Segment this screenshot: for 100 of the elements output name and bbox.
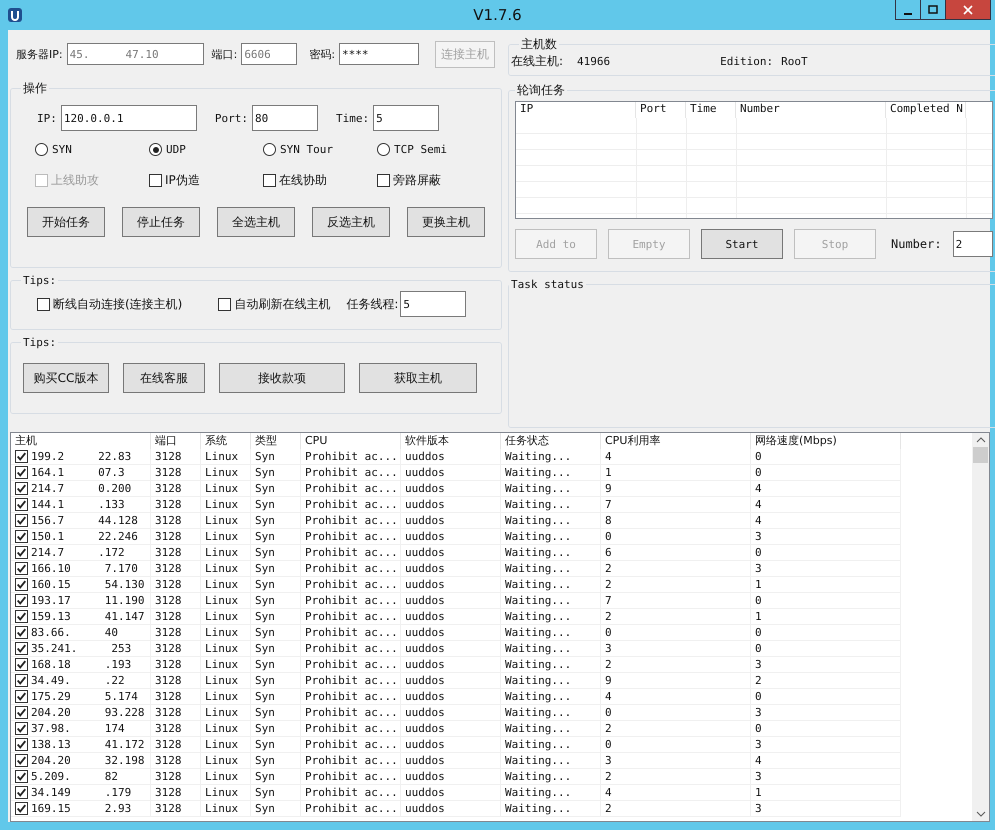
checkbox[interactable]	[15, 754, 28, 767]
checkbox[interactable]	[15, 658, 28, 671]
column-header[interactable]: IP	[516, 102, 636, 118]
action-button[interactable]: 开始任务	[27, 207, 105, 237]
threads-label: 任务线程:	[346, 296, 398, 312]
scrollbar-thumb[interactable]	[973, 447, 988, 463]
table-cell: uuddos	[401, 497, 501, 513]
table-cell: 3	[751, 657, 901, 673]
table-cell: 3	[601, 641, 751, 657]
table-cell: 3128	[151, 609, 201, 625]
input-field[interactable]: 5	[373, 105, 440, 131]
port-field[interactable]: 6606	[241, 43, 298, 65]
checkbox[interactable]	[15, 706, 28, 719]
action-button[interactable]: 购买CC版本	[23, 363, 109, 393]
table-cell: 2	[751, 673, 901, 689]
radio-button[interactable]	[149, 143, 162, 156]
column-header[interactable]: Port	[636, 102, 686, 118]
action-button[interactable]: 获取主机	[359, 363, 477, 393]
host-ip-text: .22	[104, 673, 125, 688]
table-cell: Prohibit ac...	[301, 465, 401, 481]
checkbox[interactable]	[37, 298, 50, 310]
action-button[interactable]: 接收款项	[219, 363, 345, 393]
checkbox[interactable]	[15, 770, 28, 783]
table-cell: Prohibit ac...	[301, 657, 401, 673]
checkbox[interactable]	[15, 466, 28, 479]
online-hosts-count: 41966	[577, 55, 610, 68]
table-cell: Prohibit ac...	[301, 801, 401, 817]
checkbox[interactable]	[15, 514, 28, 527]
checkbox[interactable]	[15, 530, 28, 543]
input-field[interactable]: 120.0.0.1	[60, 105, 197, 131]
table-cell: Linux	[201, 545, 251, 561]
table-cell: 3	[751, 769, 901, 785]
password-field[interactable]: ****	[339, 43, 420, 65]
checkbox[interactable]	[263, 174, 276, 187]
checkbox[interactable]	[15, 802, 28, 815]
server-ip-field[interactable]: 45. 47.10	[66, 43, 204, 65]
table-cell: 3	[601, 753, 751, 769]
checkbox[interactable]	[15, 450, 28, 463]
checkbox[interactable]	[218, 298, 232, 310]
table-cell: Prohibit ac...	[301, 689, 401, 705]
input-field[interactable]: 80	[252, 105, 318, 131]
number-field[interactable]: 2	[952, 231, 993, 257]
column-header[interactable]: 类型	[251, 433, 301, 449]
host-ip-text: .193	[104, 657, 132, 672]
checkbox[interactable]	[15, 722, 28, 735]
column-header[interactable]: 网络速度(Mbps)	[751, 433, 901, 449]
table-cell: Waiting...	[501, 673, 601, 689]
column-header[interactable]: Completed N	[886, 102, 966, 118]
host-ip-text: 174	[104, 721, 125, 736]
column-header[interactable]: CPU	[301, 433, 401, 449]
action-button[interactable]: 在线客服	[123, 363, 205, 393]
minimize-button[interactable]	[895, 0, 921, 20]
column-header[interactable]: 端口	[151, 433, 201, 449]
action-button[interactable]: 更换主机	[407, 207, 485, 237]
checkbox[interactable]	[15, 626, 28, 639]
panel-title: 主机数	[520, 36, 558, 53]
table-cell: Waiting...	[501, 769, 601, 785]
checkbox[interactable]	[15, 594, 28, 607]
checkbox[interactable]	[377, 174, 390, 187]
radio-button[interactable]	[377, 143, 390, 156]
edition-value: RooT	[781, 55, 808, 68]
checkbox[interactable]	[149, 174, 162, 187]
checkbox[interactable]	[15, 482, 28, 495]
checkbox[interactable]	[15, 498, 28, 511]
column-header[interactable]: Time	[686, 102, 736, 118]
table-cell: 3128	[151, 769, 201, 785]
close-button[interactable]	[945, 0, 991, 20]
checkbox[interactable]	[15, 546, 28, 559]
checkbox[interactable]	[15, 786, 28, 799]
checkbox[interactable]	[15, 610, 28, 623]
action-button[interactable]: 停止任务	[122, 207, 200, 237]
column-header[interactable]: CPU利用率	[601, 433, 751, 449]
table-cell: Syn	[251, 657, 301, 673]
host-ip-text: 37.98.	[31, 721, 71, 736]
radio-button[interactable]	[35, 143, 48, 156]
checkbox[interactable]	[15, 562, 28, 575]
table-cell: 3128	[151, 497, 201, 513]
polling-button[interactable]: Start	[701, 229, 783, 259]
table-cell: 3128	[151, 641, 201, 657]
host-ip-text: 5.174	[104, 689, 138, 704]
checkbox[interactable]	[15, 690, 28, 703]
column-header[interactable]: 软件版本	[401, 433, 501, 449]
host-ip-text: 150.1	[31, 529, 64, 544]
checkbox[interactable]	[15, 578, 28, 591]
column-header[interactable]: Number	[736, 102, 886, 118]
column-header[interactable]: 任务状态	[501, 433, 601, 449]
radio-button[interactable]	[263, 143, 276, 156]
threads-field[interactable]: 5	[400, 291, 466, 317]
checkbox[interactable]	[15, 674, 28, 687]
host-ip-text: 214.7	[31, 545, 64, 560]
action-button[interactable]: 反选主机	[312, 207, 390, 237]
checkbox[interactable]	[15, 642, 28, 655]
table-cell: Waiting...	[501, 689, 601, 705]
table-cell: 8	[601, 513, 751, 529]
action-button[interactable]: 全选主机	[217, 207, 295, 237]
column-header[interactable]: 系统	[201, 433, 251, 449]
checkbox[interactable]	[15, 738, 28, 751]
table-cell: Linux	[201, 689, 251, 705]
column-header[interactable]: 主机	[11, 433, 151, 449]
table-cell: 3128	[151, 529, 201, 545]
